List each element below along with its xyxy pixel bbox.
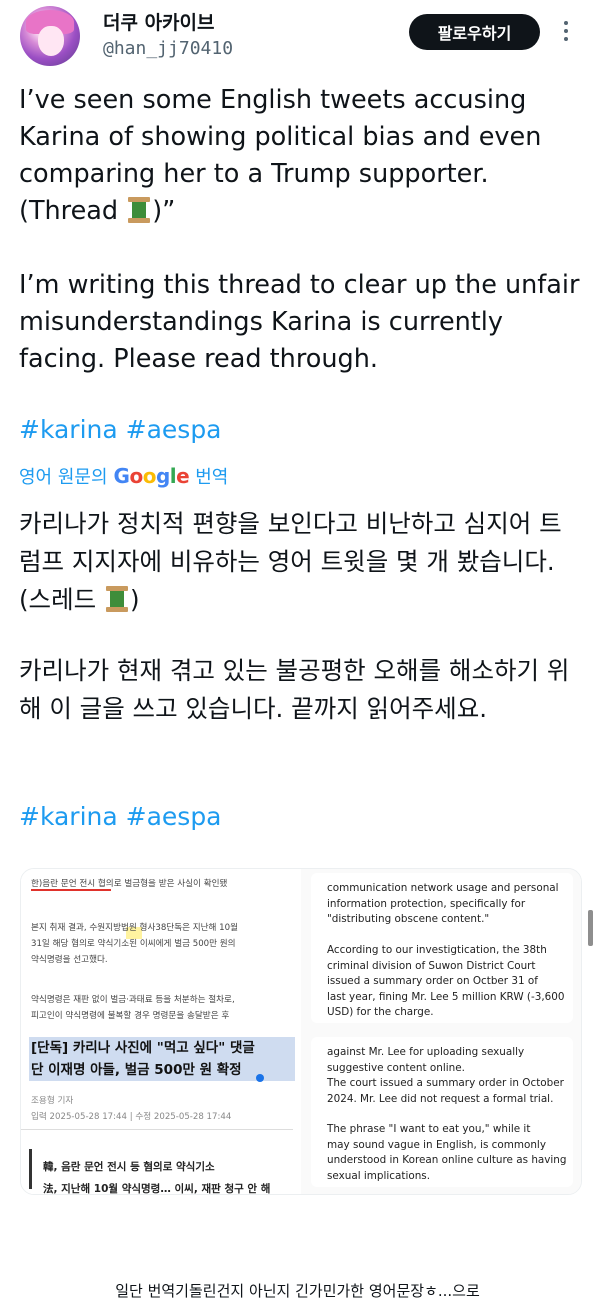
tweet-paragraph-1-end: )” xyxy=(152,196,176,226)
tweet-paragraph-2: I’m writing this thread to clear up the … xyxy=(19,270,580,374)
news-line: 약식명령은 재판 없이 벌금·과태료 등을 처분하는 절차로, xyxy=(31,995,235,1005)
news-line: 피고인이 약식명령에 불복할 경우 명령문을 송달받은 후 xyxy=(31,1011,230,1021)
translated-paragraph-1-end: ) xyxy=(129,585,140,614)
google-logo: Google xyxy=(113,464,190,488)
avatar-face xyxy=(38,26,64,56)
korean-news-screenshot: 한)음란 문언 전시 협의로 벌금형을 받은 사실이 확인됐 본지 취재 결과,… xyxy=(21,869,301,1194)
news-reporter: 조용형 기자 xyxy=(31,1096,74,1106)
translation-line: 2024. Mr. Lee did not request a formal t… xyxy=(327,1092,554,1105)
avatar[interactable] xyxy=(20,6,80,66)
translation-line: USD) for the charge. xyxy=(327,1006,434,1018)
tweet-paragraph-1-text: I’ve seen some English tweets accusing K… xyxy=(19,85,542,226)
more-options-icon[interactable] xyxy=(560,18,572,46)
news-divider xyxy=(21,1129,293,1130)
translation-attribution[interactable]: 영어 원문의 Google 번역 xyxy=(19,463,228,489)
english-translation-screenshot: communication network usage and personal… xyxy=(301,869,581,1194)
translation-line: "distributing obscene content." xyxy=(327,913,490,925)
news-related-line: 韓, 음란 문언 전시 등 혐의로 약식기소 xyxy=(43,1161,215,1173)
translation-line: communication network usage and personal xyxy=(327,882,559,894)
red-underline xyxy=(31,889,111,891)
translate-suffix: 번역 xyxy=(195,467,229,488)
news-line: 약식명령을 선고했다. xyxy=(31,955,108,965)
translate-prefix: 영어 원문의 xyxy=(19,467,108,488)
translation-line: may sound vague in English, is commonly xyxy=(327,1138,546,1151)
translation-line: suggestive content online. xyxy=(327,1061,465,1074)
news-headline-line-2: 단 이재명 아들, 벌금 500만 원 확정 xyxy=(31,1062,242,1078)
image-caption: 일단 번역기돌린건지 아닌지 긴가민가한 영어문장ㅎ...으로 xyxy=(115,1282,480,1300)
translation-line: The court issued a summary order in Octo… xyxy=(327,1077,564,1089)
follow-button[interactable]: 팔로우하기 xyxy=(409,14,540,50)
translation-line: criminal division of Suwon District Cour… xyxy=(327,959,536,972)
news-related-bar xyxy=(29,1149,32,1189)
tweet-media-image[interactable]: 한)음란 문언 전시 협의로 벌금형을 받은 사실이 확인됐 본지 취재 결과,… xyxy=(20,868,582,1195)
selection-cursor xyxy=(256,1074,264,1082)
translation-line: last year, fining Mr. Lee 5 million KRW … xyxy=(327,990,565,1003)
translation-line: sexual implications. xyxy=(327,1169,430,1182)
translation-line: According to our investigtication, the 3… xyxy=(327,944,547,956)
news-related-line: 法, 지난해 10월 약식명령… 이씨, 재판 청구 안 해 xyxy=(43,1183,271,1195)
tweet-paragraph-1: I’ve seen some English tweets accusing K… xyxy=(19,82,584,230)
translated-paragraph-2: 카리나가 현재 겪고 있는 불공평한 오해를 해소하기 위해 이 글을 쓰고 있… xyxy=(19,656,570,723)
translation-line: against Mr. Lee for uploading sexually xyxy=(327,1046,525,1058)
translation-line: understood in Korean online culture as h… xyxy=(327,1154,567,1166)
thread-spool-icon xyxy=(128,197,151,223)
translation-line: The phrase "I want to eat you," while it xyxy=(327,1123,531,1135)
news-headline: [단독] 카리나 사진에 "먹고 싶다" 댓글 단 이재명 아들, 벌금 500… xyxy=(29,1037,295,1081)
translation-line: issued a summary order on Octber 31 of xyxy=(327,975,538,987)
thread-spool-icon xyxy=(105,586,128,612)
translated-hashtags[interactable]: #karina #aespa xyxy=(19,802,222,831)
translation-line: information protection, specifically for xyxy=(327,897,526,910)
translated-paragraph-1: 카리나가 정치적 편향을 보인다고 비난하고 심지어 트럼프 지지자에 비유하는… xyxy=(19,505,584,619)
hashtags[interactable]: #karina #aespa xyxy=(19,415,222,444)
display-name[interactable]: 더쿠 아카이브 xyxy=(103,8,215,35)
scrollbar[interactable] xyxy=(588,910,593,946)
news-line: 31일 해당 혐의로 약식기소된 이씨에게 벌금 500만 원의 xyxy=(31,939,236,949)
news-headline-line-1: [단독] 카리나 사진에 "먹고 싶다" 댓글 xyxy=(31,1040,255,1056)
news-dates: 입력 2025-05-28 17:44 | 수정 2025-05-28 17:4… xyxy=(31,1112,232,1122)
user-handle[interactable]: @han_jj70410 xyxy=(103,38,233,59)
news-line: 본지 취재 결과, 수원지방법원 형사38단독은 지난해 10월 xyxy=(31,923,239,933)
translated-paragraph-1-text: 카리나가 정치적 편향을 보인다고 비난하고 심지어 트럼프 지지자에 비유하는… xyxy=(19,509,562,614)
